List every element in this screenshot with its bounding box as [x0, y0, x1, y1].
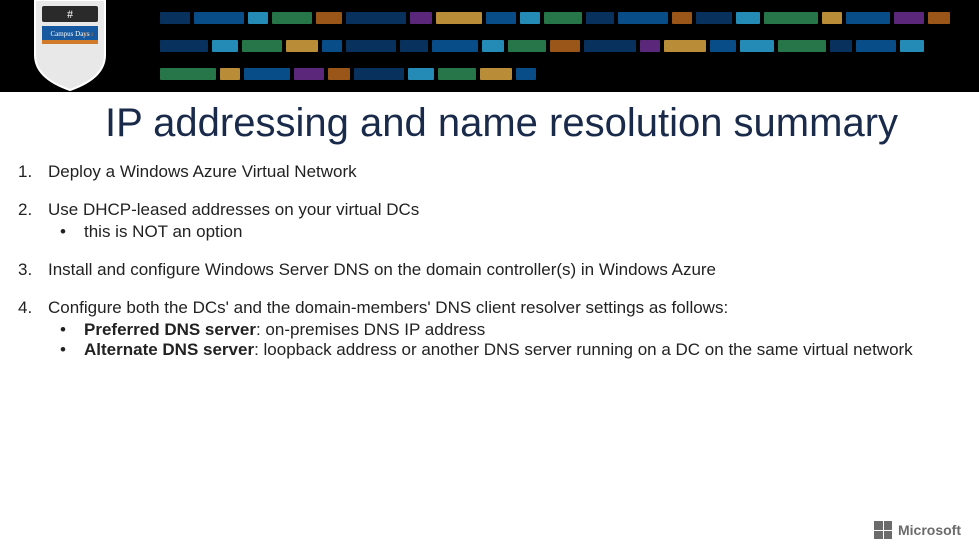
sub-list-item: Preferred DNS server: on-premises DNS IP…: [72, 320, 961, 340]
list-text: Deploy a Windows Azure Virtual Network: [48, 162, 961, 182]
sub-list-item: this is NOT an option: [72, 222, 961, 242]
sub-list: Preferred DNS server: on-premises DNS IP…: [48, 320, 961, 360]
slide-title: IP addressing and name resolution summar…: [105, 102, 979, 144]
svg-text:2013: 2013: [83, 33, 94, 38]
list-text: Install and configure Windows Server DNS…: [48, 260, 961, 280]
microsoft-squares-icon: [874, 521, 892, 539]
list-number: 4.: [18, 298, 48, 360]
list-text: Use DHCP-leased addresses on your virtua…: [48, 200, 961, 242]
microsoft-wordmark: Microsoft: [898, 522, 961, 538]
list-item: 1.Deploy a Windows Azure Virtual Network: [18, 162, 961, 182]
campus-days-shield-logo: # Campus Days 2013: [30, 0, 110, 92]
list-item: 4.Configure both the DCs' and the domain…: [18, 298, 961, 360]
shield-hash-icon: #: [67, 7, 73, 21]
list-item: 2.Use DHCP-leased addresses on your virt…: [18, 200, 961, 242]
list-item: 3.Install and configure Windows Server D…: [18, 260, 961, 280]
list-number: 1.: [18, 162, 48, 182]
numbered-list: 1.Deploy a Windows Azure Virtual Network…: [0, 162, 979, 360]
list-number: 3.: [18, 260, 48, 280]
sub-list-item: Alternate DNS server: loopback address o…: [72, 340, 961, 360]
microsoft-logo: Microsoft: [874, 521, 961, 539]
banner-decorative-blocks: [160, 0, 979, 92]
slide-banner: # Campus Days 2013: [0, 0, 979, 92]
list-number: 2.: [18, 200, 48, 242]
sub-list: this is NOT an option: [48, 222, 961, 242]
list-text: Configure both the DCs' and the domain-m…: [48, 298, 961, 360]
